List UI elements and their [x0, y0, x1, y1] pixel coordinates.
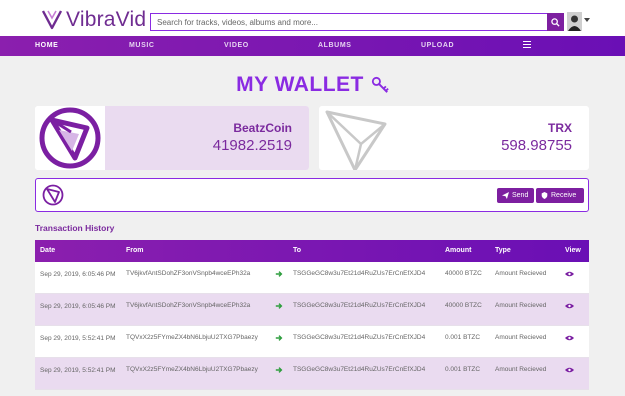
wallet-name: BeatzCoin	[233, 121, 292, 135]
cell-type: Amount Recieved	[495, 270, 547, 277]
column-header-view: View	[565, 247, 581, 254]
cell-date: Sep 29, 2019, 6:05:46 PM	[40, 271, 116, 278]
nav-albums[interactable]: ALBUMS	[318, 42, 352, 49]
transaction-table: Date From To Amount Type View Sep 29, 20…	[35, 240, 589, 390]
cell-to: TSGGeGC8w3u7Et21d4RuZUs7ErCnEfXJD4	[293, 334, 426, 341]
arrow-right-icon	[275, 271, 283, 277]
cell-amount: 40000 BTZC	[445, 270, 482, 277]
search-icon	[551, 17, 560, 27]
cell-from: TQVxX2z5FYmeZX4bN6LbjuU2TXG7Pbaezy	[126, 366, 258, 373]
cell-type: Amount Recieved	[495, 302, 547, 309]
cell-type: Amount Recieved	[495, 334, 547, 341]
user-avatar[interactable]	[567, 12, 582, 31]
table-header: Date From To Amount Type View	[35, 240, 589, 262]
wallet-balance: 598.98755	[501, 137, 572, 154]
cell-from: TV6jkvfAntSDohZF3onVSnpb4wceEPh32a	[126, 302, 251, 309]
page-title: MY WALLET	[236, 73, 364, 96]
nav-home[interactable]: HOME	[35, 42, 58, 49]
trx-icon	[325, 110, 387, 170]
cell-to: TSGGeGC8w3u7Et21d4RuZUs7ErCnEfXJD4	[293, 302, 426, 309]
wallet-card-beatzcoin[interactable]: BeatzCoin 41982.2519	[35, 106, 309, 170]
send-label: Send	[512, 192, 529, 199]
beatzcoin-icon	[42, 184, 64, 206]
arrow-right-icon	[275, 367, 283, 373]
cell-date: Sep 29, 2019, 5:52:41 PM	[40, 367, 116, 374]
brand-logo[interactable]: VibraVid	[40, 8, 146, 32]
column-header-from: From	[126, 247, 144, 254]
search-input[interactable]	[150, 13, 547, 31]
cell-to: TSGGeGC8w3u7Et21d4RuZUs7ErCnEfXJD4	[293, 270, 426, 277]
receive-label: Receive	[551, 192, 577, 199]
cell-amount: 40000 BTZC	[445, 302, 482, 309]
cell-amount: 0.001 BTZC	[445, 366, 481, 373]
column-header-type: Type	[495, 247, 511, 254]
history-title: Transaction History	[35, 223, 115, 233]
shield-icon	[541, 192, 548, 199]
cell-to: TSGGeGC8w3u7Et21d4RuZUs7ErCnEfXJD4	[293, 366, 426, 373]
menu-icon[interactable]	[523, 41, 531, 48]
table-row: Sep 29, 2019, 5:52:41 PM TQVxX2z5FYmeZX4…	[35, 326, 589, 358]
column-header-to: To	[293, 247, 302, 254]
top-bar: VibraVid	[0, 0, 625, 36]
eye-icon[interactable]	[565, 334, 574, 342]
nav-upload[interactable]: UPLOAD	[421, 42, 454, 49]
logo-icon	[41, 10, 63, 30]
cell-from: TV6jkvfAntSDohZF3onVSnpb4wceEPh32a	[126, 270, 251, 277]
cell-amount: 0.001 BTZC	[445, 334, 481, 341]
column-header-date: Date	[40, 247, 56, 254]
arrow-right-icon	[275, 335, 283, 341]
page-title-wrap: MY WALLET	[0, 73, 625, 97]
key-icon	[371, 76, 389, 93]
table-row: Sep 29, 2019, 6:05:46 PM TV6jkvfAntSDohZ…	[35, 294, 589, 326]
brand-name: VibraVid	[66, 8, 147, 31]
wallet-name: TRX	[548, 121, 572, 135]
receive-button[interactable]: Receive	[536, 188, 584, 203]
main-nav: HOME MUSIC VIDEO ALBUMS UPLOAD	[0, 36, 625, 56]
column-header-amount: Amount	[445, 247, 472, 254]
wallet-card-trx[interactable]: TRX 598.98755	[319, 106, 589, 170]
wallet-balance: 41982.2519	[212, 137, 292, 154]
cell-type: Amount Recieved	[495, 366, 547, 373]
table-row: Sep 29, 2019, 5:52:41 PM TQVxX2z5FYmeZX4…	[35, 358, 589, 390]
chevron-down-icon[interactable]	[584, 18, 590, 22]
cell-date: Sep 29, 2019, 5:52:41 PM	[40, 335, 116, 342]
eye-icon[interactable]	[565, 366, 574, 374]
nav-video[interactable]: VIDEO	[224, 42, 249, 49]
table-row: Sep 29, 2019, 6:05:46 PM TV6jkvfAntSDohZ…	[35, 262, 589, 294]
arrow-right-icon	[275, 303, 283, 309]
wallet-action-bar: Send Receive	[35, 178, 589, 212]
send-button[interactable]: Send	[497, 188, 534, 203]
nav-music[interactable]: MUSIC	[129, 42, 155, 49]
paper-plane-icon	[502, 192, 509, 199]
beatzcoin-icon	[35, 106, 105, 170]
cell-from: TQVxX2z5FYmeZX4bN6LbjuU2TXG7Pbaezy	[126, 334, 258, 341]
cell-date: Sep 29, 2019, 6:05:46 PM	[40, 303, 116, 310]
eye-icon[interactable]	[565, 302, 574, 310]
eye-icon[interactable]	[565, 270, 574, 278]
search-button[interactable]	[547, 13, 564, 31]
